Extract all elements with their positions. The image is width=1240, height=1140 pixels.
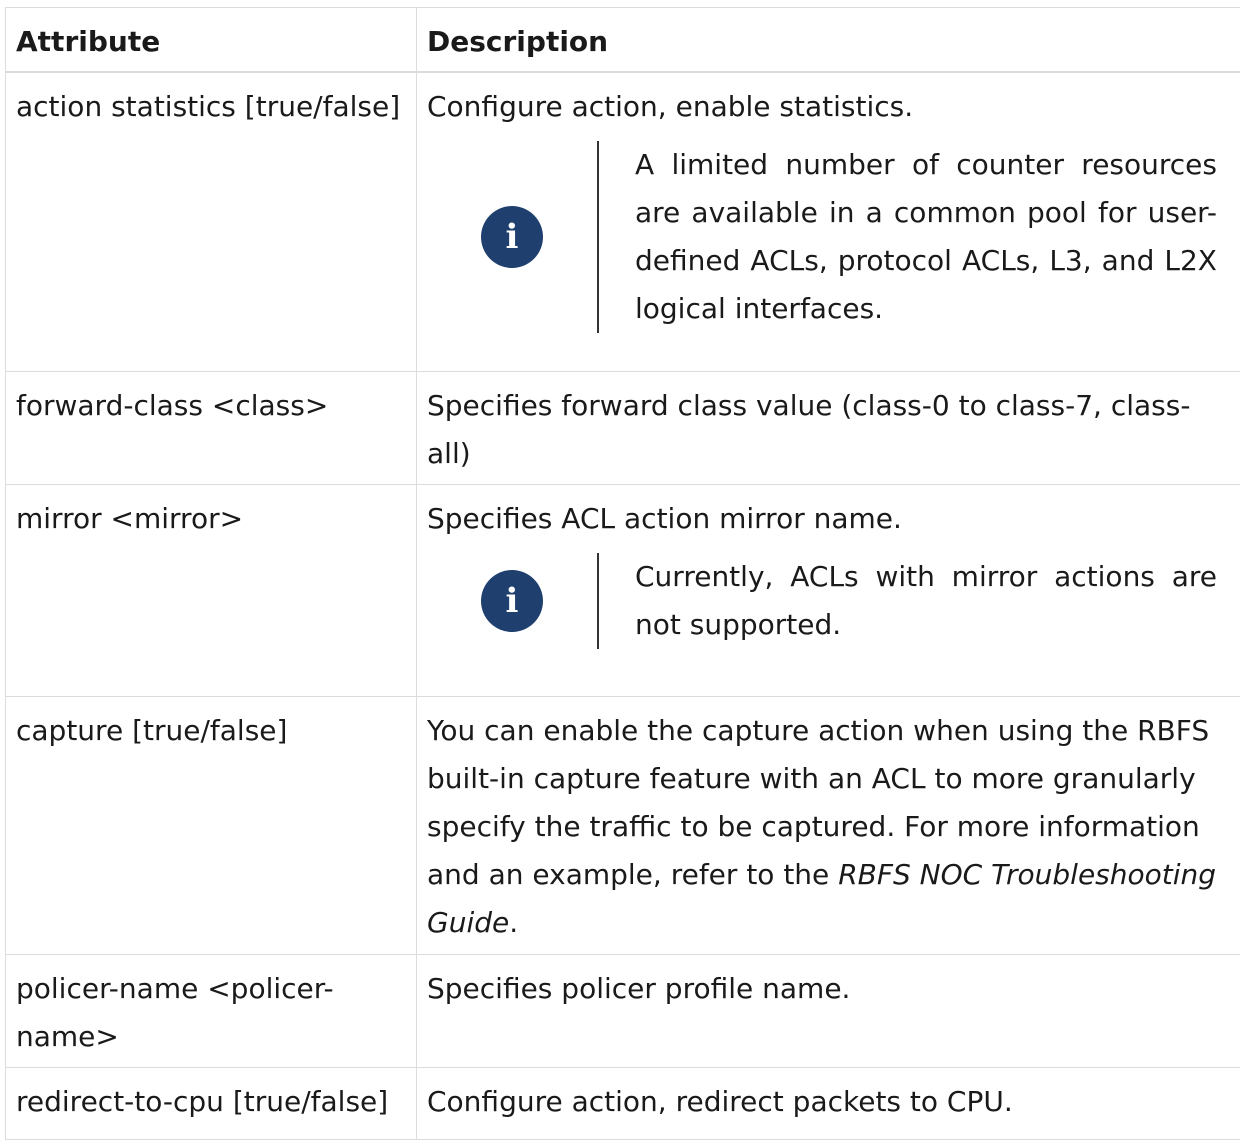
description-cell: Specifies policer profile name. <box>417 955 1240 1068</box>
info-icon: i <box>481 206 543 268</box>
info-icon: i <box>481 570 543 632</box>
table-row: action statistics [true/false] Configure… <box>6 72 1240 372</box>
description-cell: Configure action, redirect packets to CP… <box>417 1068 1240 1140</box>
attribute-table: Attribute Description action statistics … <box>5 7 1240 1140</box>
description-cell: Specifies ACL action mirror name. i Curr… <box>417 485 1240 697</box>
attribute-cell: capture [true/false] <box>6 697 417 955</box>
header-attribute: Attribute <box>6 8 417 72</box>
note-admonition: i Currently, ACLs with mirror actions ar… <box>427 553 1231 649</box>
description-cell: Configure action, enable statistics. i A… <box>417 72 1240 372</box>
table-header-row: Attribute Description <box>6 8 1240 72</box>
table-row: mirror <mirror> Specifies ACL action mir… <box>6 485 1240 697</box>
attribute-cell: forward-class <class> <box>6 372 417 485</box>
table-row: capture [true/false] You can enable the … <box>6 697 1240 955</box>
table-row: policer-name <policer-name> Specifies po… <box>6 955 1240 1068</box>
note-text: A limited number of counter resources ar… <box>597 141 1231 333</box>
table-row: forward-class <class> Specifies forward … <box>6 372 1240 485</box>
note-admonition: i A limited number of counter resources … <box>427 141 1231 333</box>
header-description: Description <box>417 8 1240 72</box>
attribute-cell: redirect-to-cpu [true/false] <box>6 1068 417 1140</box>
attribute-cell: mirror <mirror> <box>6 485 417 697</box>
description-cell: You can enable the capture action when u… <box>417 697 1240 955</box>
description-text: Configure action, enable statistics. <box>427 83 1231 131</box>
description-text: Specifies ACL action mirror name. <box>427 495 1231 543</box>
attribute-cell: policer-name <policer-name> <box>6 955 417 1068</box>
description-text-end: . <box>509 906 518 939</box>
note-text: Currently, ACLs with mirror actions are … <box>597 553 1231 649</box>
description-cell: Specifies forward class value (class-0 t… <box>417 372 1240 485</box>
table-row: redirect-to-cpu [true/false] Configure a… <box>6 1068 1240 1140</box>
attribute-cell: action statistics [true/false] <box>6 72 417 372</box>
